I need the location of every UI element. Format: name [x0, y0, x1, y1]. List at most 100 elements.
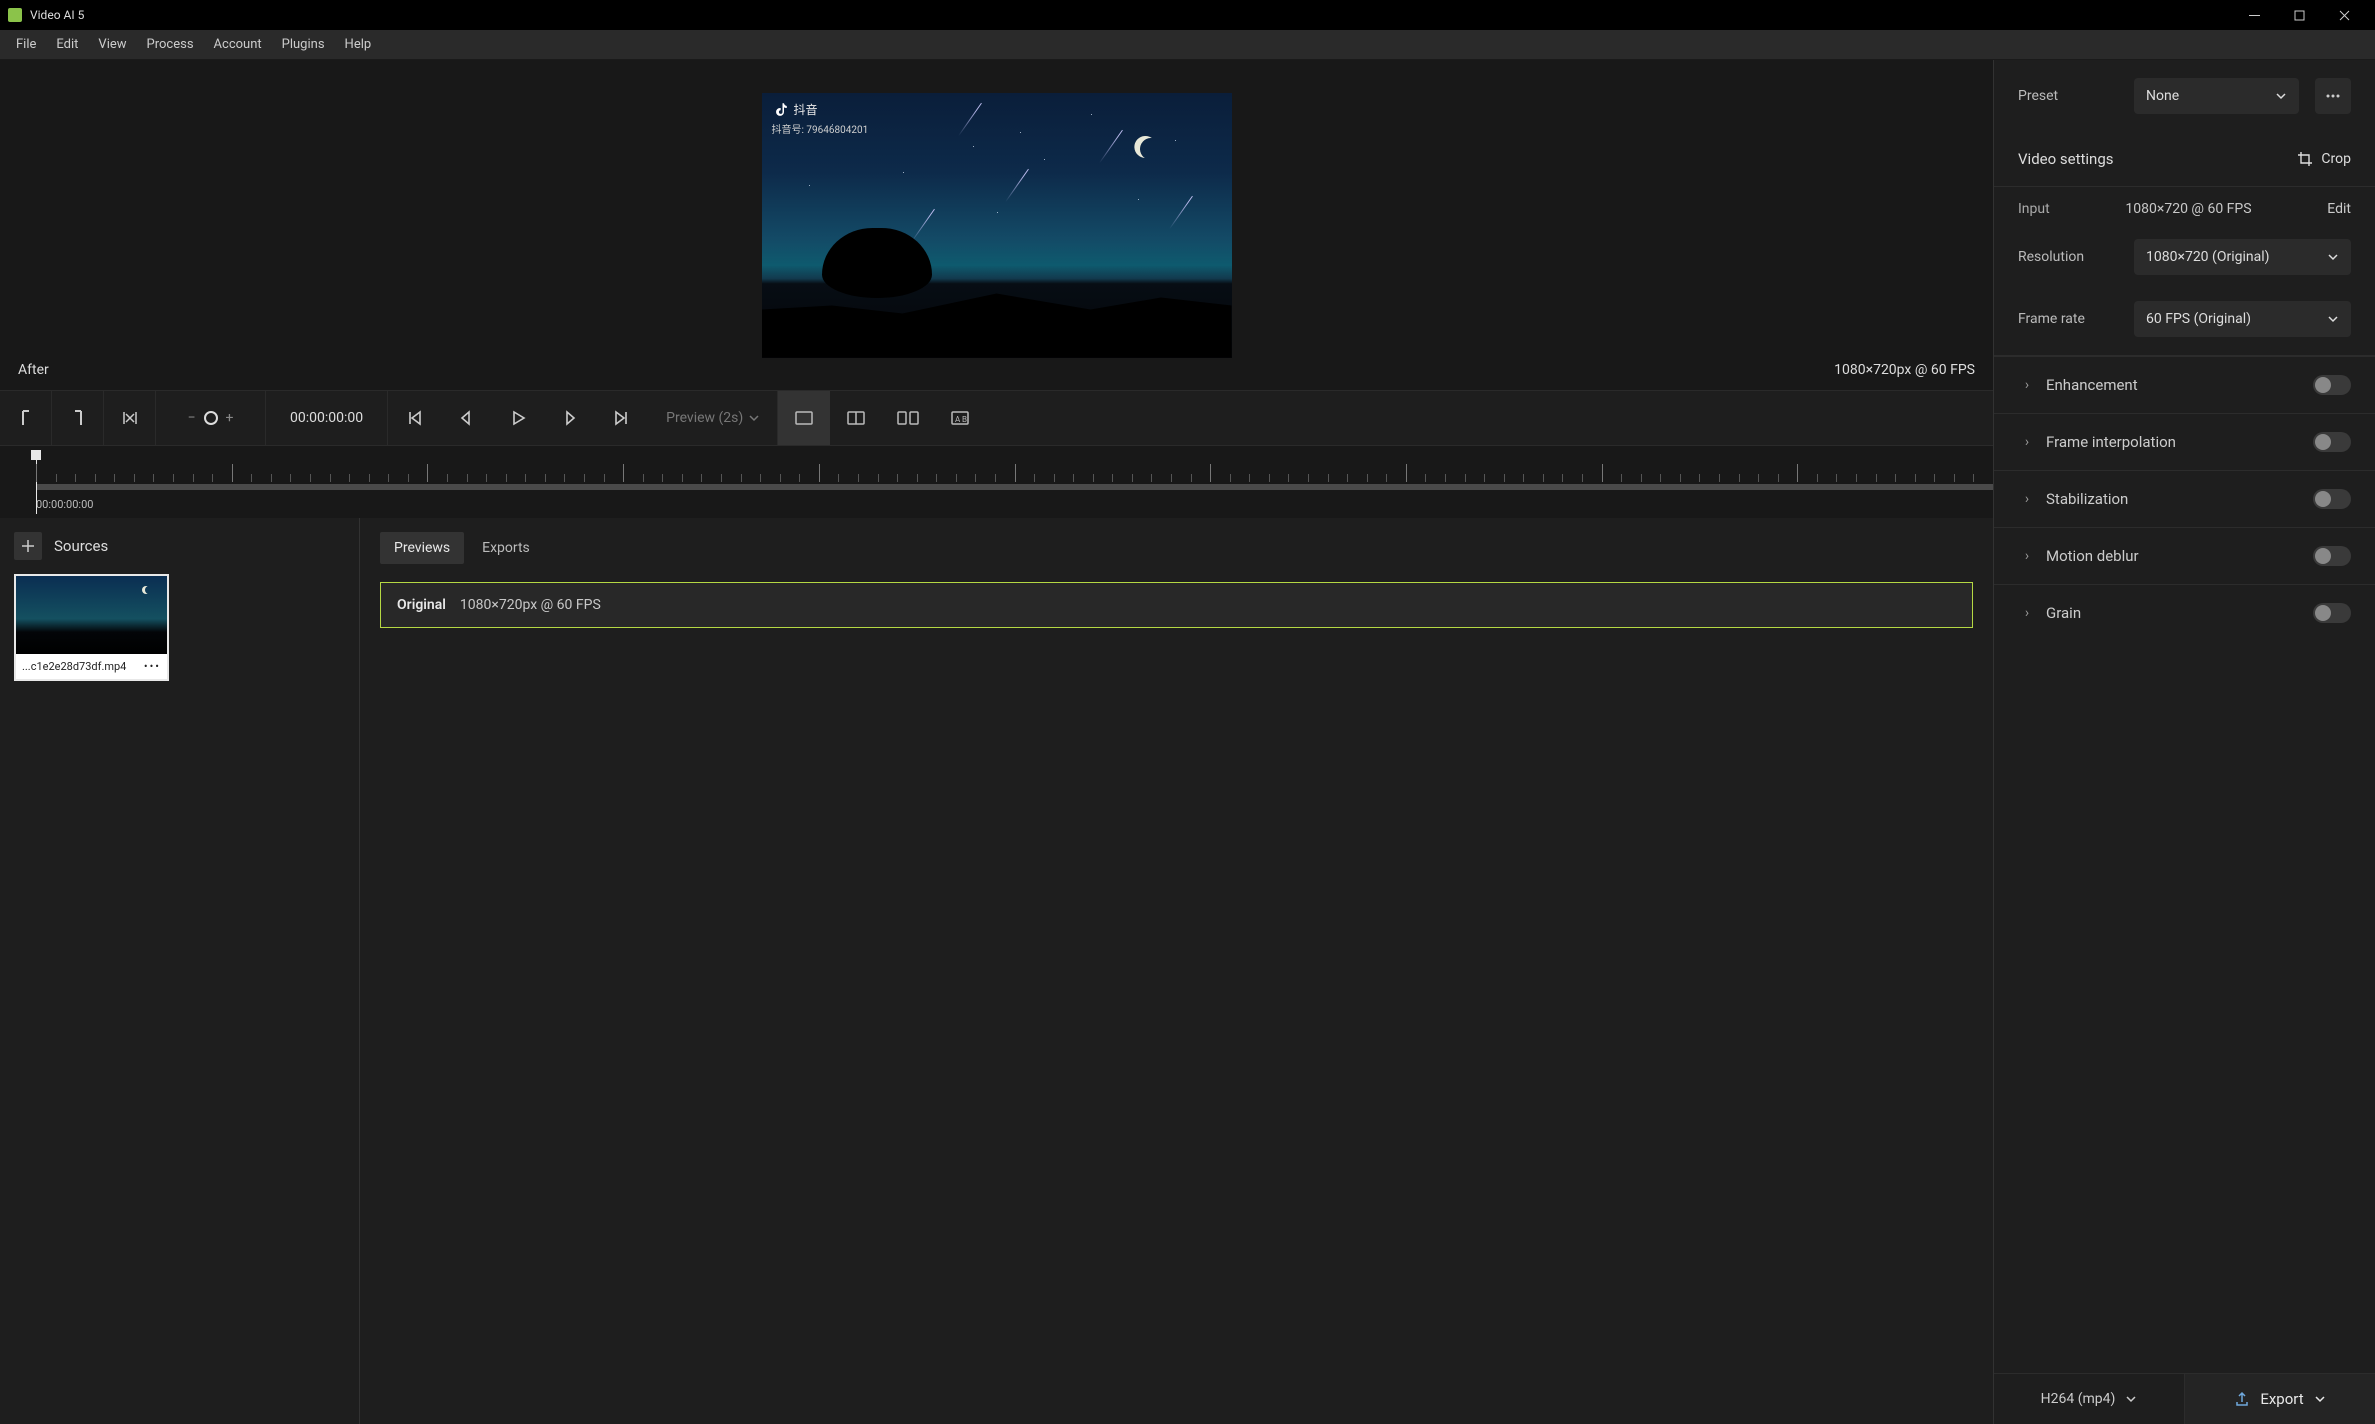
menu-edit[interactable]: Edit: [46, 33, 88, 56]
menu-help[interactable]: Help: [335, 33, 382, 56]
after-label: After: [18, 362, 49, 378]
preview-duration-label: Preview (2s): [666, 410, 743, 426]
play-button[interactable]: [492, 391, 544, 445]
moon-graphic: [1136, 134, 1164, 162]
tab-exports[interactable]: Exports: [468, 532, 544, 564]
menu-file[interactable]: File: [6, 33, 46, 56]
frame-rate-label: Frame rate: [2018, 311, 2118, 327]
chevron-right-icon: ›: [2018, 548, 2036, 564]
export-icon: [2234, 1391, 2250, 1407]
grain-toggle[interactable]: [2313, 603, 2351, 623]
enhancement-toggle[interactable]: [2313, 375, 2351, 395]
preset-label: Preset: [2018, 88, 2118, 104]
timeline[interactable]: 00:00:00:00: [0, 446, 1993, 518]
view-single-button[interactable]: [778, 391, 830, 445]
enhancement-accordion[interactable]: › Enhancement: [1994, 356, 2375, 413]
sources-header: Sources: [54, 537, 108, 555]
close-button[interactable]: [2322, 0, 2367, 30]
grain-accordion[interactable]: › Grain: [1994, 584, 2375, 641]
tiktok-icon: [772, 101, 790, 119]
input-edit-button[interactable]: Edit: [2327, 201, 2351, 217]
set-in-point-button[interactable]: [0, 391, 52, 445]
frame-rate-select[interactable]: 60 FPS (Original): [2134, 301, 2351, 337]
minimize-button[interactable]: [2232, 0, 2277, 30]
settings-panel: Preset None Video settings Crop Input 10…: [1993, 60, 2375, 1424]
menu-process[interactable]: Process: [137, 33, 204, 56]
set-out-point-button[interactable]: [52, 391, 104, 445]
input-label: Input: [2018, 201, 2050, 217]
app-icon: [8, 8, 22, 22]
zoom-control[interactable]: − +: [156, 391, 266, 445]
motion-deblur-accordion[interactable]: › Motion deblur: [1994, 527, 2375, 584]
watermark-brand-text: 抖音: [794, 101, 818, 118]
zoom-out-icon[interactable]: −: [188, 410, 196, 426]
app-title: Video AI 5: [30, 8, 2232, 22]
clear-trim-button[interactable]: [104, 391, 156, 445]
maximize-button[interactable]: [2277, 0, 2322, 30]
chevron-down-icon: [2314, 1393, 2326, 1405]
zoom-in-icon[interactable]: +: [226, 410, 234, 426]
video-preview[interactable]: 抖音 抖音号: 79646804201: [762, 93, 1232, 358]
previews-panel: Previews Exports Original 1080×720px @ 6…: [360, 518, 1993, 1424]
frame-interpolation-accordion[interactable]: › Frame interpolation: [1994, 413, 2375, 470]
window-controls: [2232, 0, 2367, 30]
menu-bar: File Edit View Process Account Plugins H…: [0, 30, 2375, 60]
chevron-right-icon: ›: [2018, 605, 2036, 621]
watermark-brand: 抖音: [772, 101, 818, 119]
source-item[interactable]: ...c1e2e28d73df.mp4 •••: [14, 574, 169, 681]
motion-deblur-toggle[interactable]: [2313, 546, 2351, 566]
add-source-button[interactable]: [14, 532, 42, 560]
chevron-down-icon: [2327, 313, 2339, 325]
menu-plugins[interactable]: Plugins: [272, 33, 335, 56]
svg-text:A: A: [955, 415, 961, 424]
preview-item[interactable]: Original 1080×720px @ 60 FPS: [380, 582, 1973, 628]
chevron-right-icon: ›: [2018, 491, 2036, 507]
tab-previews[interactable]: Previews: [380, 532, 464, 564]
menu-view[interactable]: View: [88, 33, 136, 56]
sources-panel: Sources ...c1e2e28d73df.mp4 •••: [0, 518, 360, 1424]
timeline-start-tc: 00:00:00:00: [36, 498, 1993, 511]
menu-account[interactable]: Account: [204, 33, 272, 56]
timecode-display[interactable]: 00:00:00:00: [266, 391, 388, 445]
source-thumbnail: [16, 576, 167, 654]
timeline-track[interactable]: [36, 484, 1993, 490]
crop-icon: [2297, 151, 2313, 167]
chevron-right-icon: ›: [2018, 434, 2036, 450]
view-split-button[interactable]: [830, 391, 882, 445]
preset-select[interactable]: None: [2134, 78, 2299, 114]
source-more-button[interactable]: •••: [144, 660, 161, 673]
source-filename: ...c1e2e28d73df.mp4: [22, 660, 126, 673]
go-to-start-button[interactable]: [388, 391, 440, 445]
preview-item-detail: 1080×720px @ 60 FPS: [460, 597, 601, 613]
resolution-select[interactable]: 1080×720 (Original): [2134, 239, 2351, 275]
svg-text:B: B: [962, 415, 967, 424]
stabilization-toggle[interactable]: [2313, 489, 2351, 509]
crop-button[interactable]: Crop: [2297, 151, 2351, 167]
next-frame-button[interactable]: [544, 391, 596, 445]
view-ab-compare-button[interactable]: AB: [934, 391, 986, 445]
transport-bar: − + 00:00:00:00 Preview (2s) AB: [0, 390, 1993, 446]
chevron-down-icon: [2275, 90, 2287, 102]
export-button[interactable]: Export: [2185, 1374, 2375, 1424]
export-format-dropdown[interactable]: H264 (mp4): [1994, 1374, 2185, 1424]
go-to-end-button[interactable]: [596, 391, 648, 445]
previous-frame-button[interactable]: [440, 391, 492, 445]
title-bar: Video AI 5: [0, 0, 2375, 30]
preview-duration-dropdown[interactable]: Preview (2s): [648, 391, 778, 445]
preview-item-title: Original: [397, 597, 446, 613]
chevron-right-icon: ›: [2018, 377, 2036, 393]
input-value: 1080×720 @ 60 FPS: [2125, 201, 2251, 217]
chevron-down-icon: [2125, 1393, 2137, 1405]
preview-stage: 抖音 抖音号: 79646804201 After 1080×720px @ 6…: [0, 60, 1993, 390]
watermark-id: 抖音号: 79646804201: [772, 121, 869, 136]
zoom-indicator-icon: [204, 411, 218, 425]
frame-interpolation-toggle[interactable]: [2313, 432, 2351, 452]
stabilization-accordion[interactable]: › Stabilization: [1994, 470, 2375, 527]
timeline-ruler: [36, 456, 1993, 482]
chevron-down-icon: [2327, 251, 2339, 263]
preset-more-button[interactable]: [2315, 78, 2351, 114]
chevron-down-icon: [749, 413, 759, 423]
video-settings-header: Video settings: [2018, 150, 2114, 168]
resolution-label: Resolution: [2018, 249, 2118, 265]
view-side-by-side-button[interactable]: [882, 391, 934, 445]
